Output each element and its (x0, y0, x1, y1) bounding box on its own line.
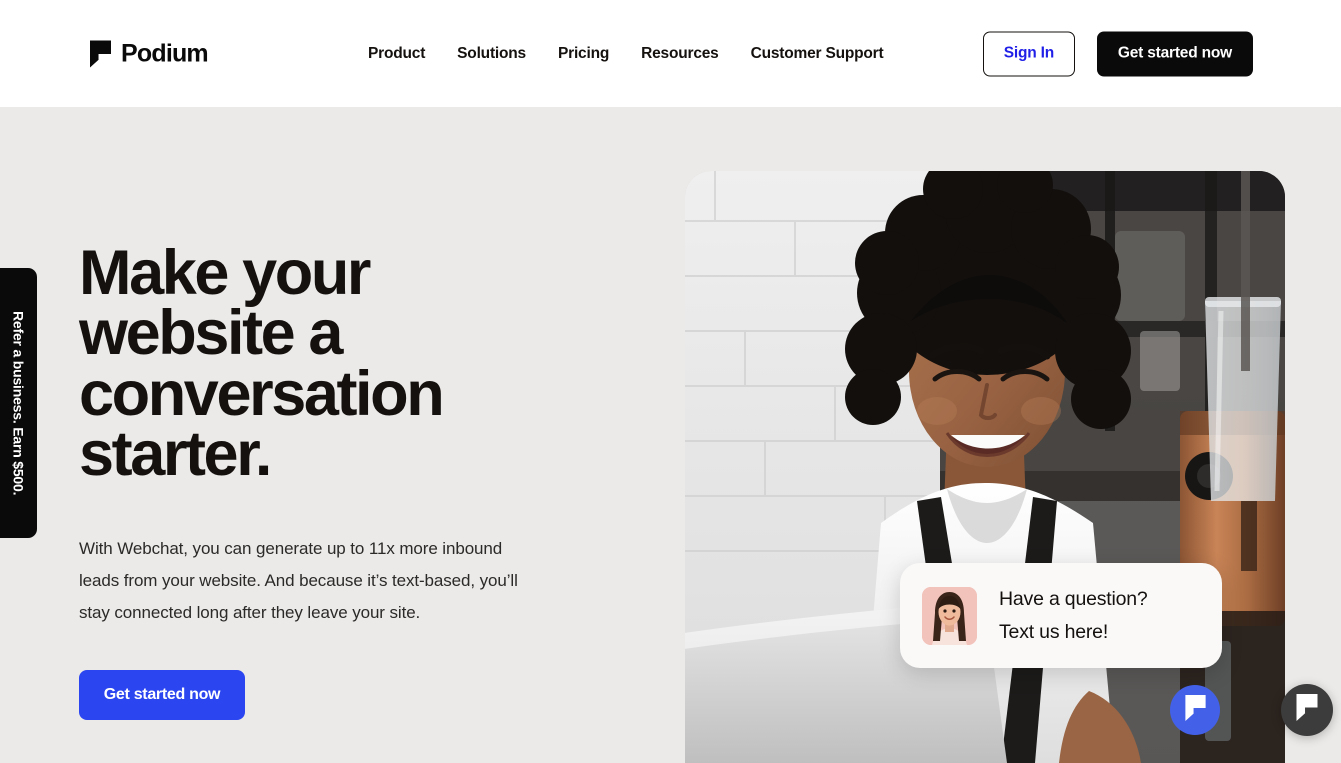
header-get-started-button[interactable]: Get started now (1096, 31, 1253, 76)
webchat-prompt-card[interactable]: Have a question? Text us here! (900, 563, 1222, 668)
refer-a-business-tab[interactable]: Refer a business. Earn $500. (0, 268, 37, 538)
nav-item-product[interactable]: Product (368, 39, 425, 69)
sign-in-button[interactable]: Sign In (982, 31, 1075, 76)
webchat-prompt-line-1: Have a question? (999, 588, 1148, 611)
landing-page: Podium Product Solutions Pricing Resourc… (0, 0, 1341, 763)
hero-title: Make your website a conversation starter… (79, 238, 445, 490)
podium-chat-icon (1296, 694, 1318, 726)
podium-chat-icon (1184, 694, 1206, 726)
nav-item-solutions[interactable]: Solutions (457, 39, 526, 69)
webchat-launcher-blue[interactable] (1170, 685, 1220, 735)
hero-copy: Make your website a conversation starter… (79, 238, 599, 720)
header-actions: Sign In Get started now (982, 31, 1253, 76)
nav-item-pricing[interactable]: Pricing (558, 39, 609, 69)
hero-image (685, 171, 1285, 763)
hero-get-started-button[interactable]: Get started now (79, 669, 245, 720)
brand-name: Podium (121, 39, 209, 67)
avatar (922, 586, 977, 645)
hero-subtitle: With Webchat, you can generate up to 11x… (79, 538, 518, 623)
site-header: Podium Product Solutions Pricing Resourc… (0, 0, 1341, 107)
podium-logo-icon (90, 40, 111, 67)
webchat-prompt-line-2: Text us here! (999, 620, 1109, 643)
webchat-prompt-text: Have a question? Text us here! (999, 583, 1148, 647)
nav-item-resources[interactable]: Resources (641, 39, 719, 69)
brand-logo[interactable]: Podium (90, 39, 209, 67)
primary-nav: Product Solutions Pricing Resources Cust… (368, 39, 884, 69)
refer-a-business-label: Refer a business. Earn $500. (10, 310, 27, 496)
nav-item-customer-support[interactable]: Customer Support (751, 39, 884, 69)
webchat-launcher-dark[interactable] (1281, 684, 1333, 736)
